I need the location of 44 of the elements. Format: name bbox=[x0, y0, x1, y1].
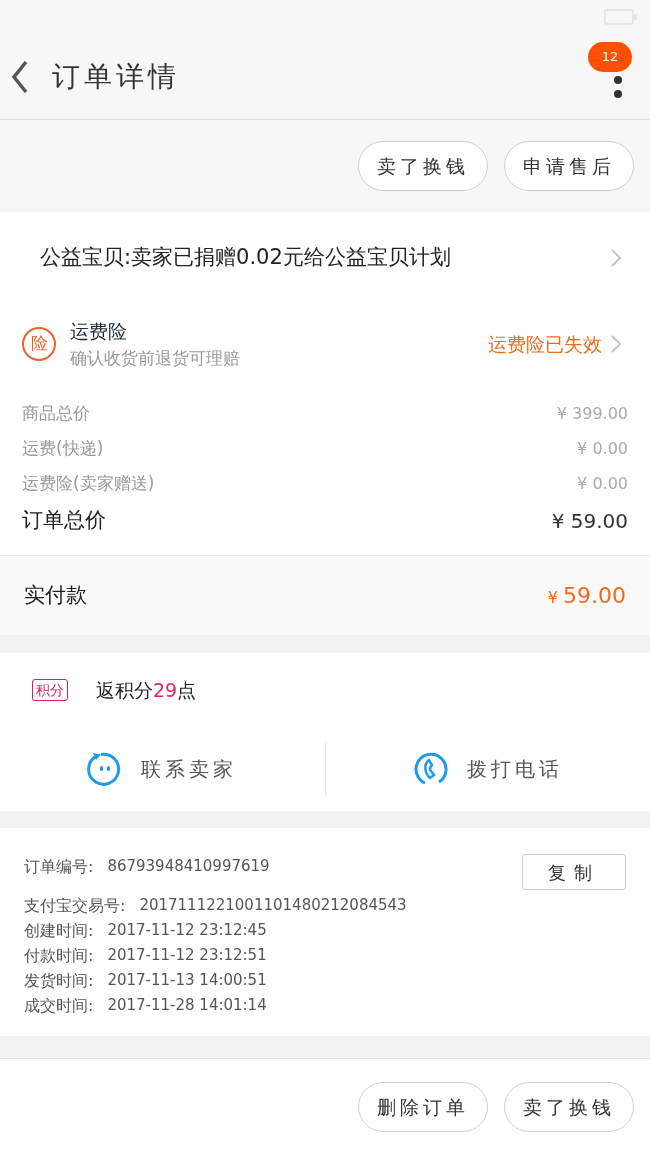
info-value: 2017-11-12 23:12:51 bbox=[107, 945, 267, 967]
price-amount: ¥ 0.00 bbox=[577, 472, 628, 495]
action-button[interactable]: 卖了换钱 bbox=[504, 1082, 634, 1132]
points-text: 返积分29点 bbox=[96, 677, 197, 703]
contact-button[interactable]: 拨打电话 bbox=[325, 727, 650, 811]
page-title: 订单详情 bbox=[52, 58, 180, 95]
notification-badge: 12 bbox=[588, 41, 632, 72]
paid-amount: ¥ 59.00 bbox=[547, 582, 626, 610]
price-amount: ¥ 399.00 bbox=[556, 402, 628, 425]
insurance-title: 运费险 bbox=[70, 319, 128, 344]
price-label: 订单总价 bbox=[22, 507, 106, 535]
info-value: 2017111221001101480212084543 bbox=[139, 895, 407, 917]
more-icon[interactable] bbox=[614, 75, 622, 98]
paid-label: 实付款 bbox=[24, 581, 87, 609]
insurance-status: 运费险已失效 bbox=[488, 331, 602, 357]
points-tag: 积分 bbox=[32, 679, 68, 701]
price-amount: ¥ 0.00 bbox=[577, 437, 628, 460]
charity-row[interactable]: 公益宝贝:卖家已捐赠0.02元给公益宝贝计划 bbox=[0, 212, 650, 304]
price-label: 运费(快递) bbox=[22, 436, 104, 460]
phone-icon bbox=[412, 751, 449, 787]
copy-button[interactable]: 复制 bbox=[522, 854, 626, 890]
info-value: 2017-11-13 14:00:51 bbox=[107, 970, 267, 992]
insurance-row[interactable]: 险 运费险 确认收货前退货可理赔 运费险已失效 bbox=[0, 304, 650, 384]
info-label: 发货时间: bbox=[24, 969, 94, 992]
info-label: 成交时间: bbox=[24, 994, 94, 1017]
price-label: 运费险(卖家赠送) bbox=[22, 471, 155, 495]
info-value: 86793948410997619 bbox=[107, 856, 270, 878]
info-value: 2017-11-28 14:01:14 bbox=[107, 995, 267, 1017]
chevron-right-icon bbox=[610, 334, 622, 354]
action-button[interactable]: 卖了换钱 bbox=[358, 141, 488, 191]
price-amount: ¥ 59.00 bbox=[551, 508, 628, 535]
chevron-right-icon bbox=[610, 248, 622, 268]
action-button[interactable]: 删除订单 bbox=[358, 1082, 488, 1132]
info-label: 付款时间: bbox=[24, 944, 94, 967]
info-value: 2017-11-12 23:12:45 bbox=[107, 920, 267, 942]
charity-text: 公益宝贝:卖家已捐赠0.02元给公益宝贝计划 bbox=[40, 244, 452, 272]
price-label: 商品总价 bbox=[22, 401, 90, 425]
info-label: 支付宝交易号: bbox=[24, 894, 126, 917]
insurance-icon: 险 bbox=[22, 327, 56, 361]
info-label: 订单编号: bbox=[24, 855, 94, 878]
info-label: 创建时间: bbox=[24, 919, 94, 942]
insurance-subtitle: 确认收货前退货可理赔 bbox=[70, 346, 241, 370]
action-button[interactable]: 申请售后 bbox=[504, 141, 634, 191]
contact-button[interactable]: 联系卖家 bbox=[0, 727, 325, 811]
